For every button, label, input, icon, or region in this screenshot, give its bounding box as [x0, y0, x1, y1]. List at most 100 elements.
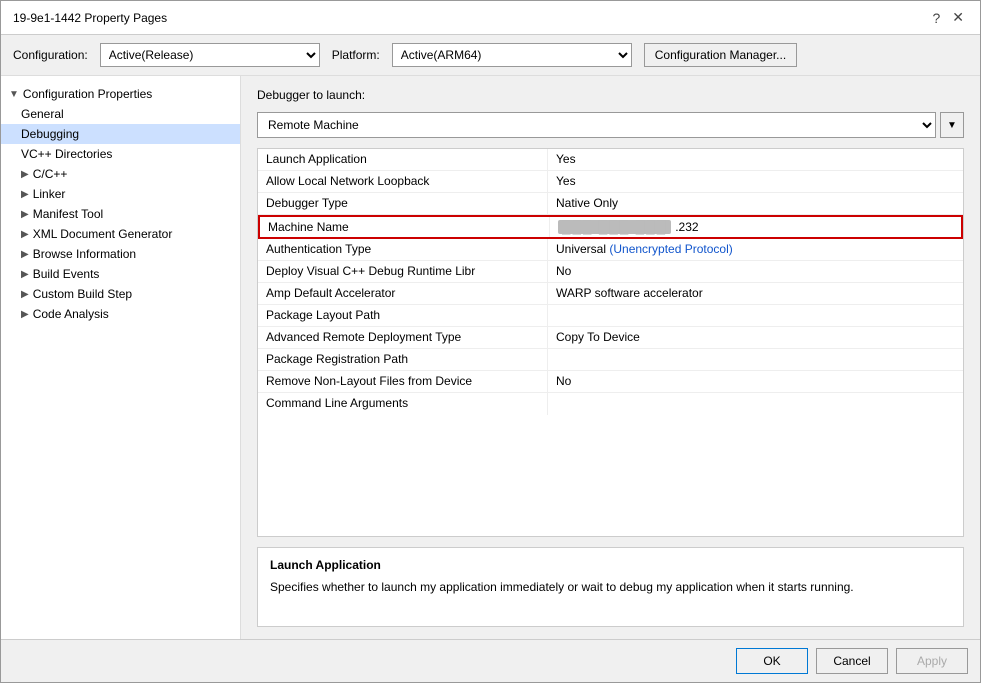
configuration-manager-button[interactable]: Configuration Manager... [644, 43, 797, 67]
sidebar-item-label: Linker [33, 187, 66, 201]
table-row[interactable]: Amp Default Accelerator WARP software ac… [258, 283, 963, 305]
apply-button[interactable]: Apply [896, 648, 968, 674]
property-name: Authentication Type [258, 239, 548, 260]
property-name: Advanced Remote Deployment Type [258, 327, 548, 348]
sidebar-item-linker[interactable]: ▶ Linker [1, 184, 240, 204]
property-name: Remove Non-Layout Files from Device [258, 371, 548, 392]
main-content: ▼ Configuration Properties General Debug… [1, 76, 980, 639]
debugger-label: Debugger to launch: [257, 88, 964, 102]
sidebar-item-vc-dirs[interactable]: VC++ Directories [1, 144, 240, 164]
chevron-down-icon: ▼ [9, 89, 19, 100]
chevron-right-icon: ▶ [21, 189, 29, 200]
property-name: Package Registration Path [258, 349, 548, 370]
property-name: Deploy Visual C++ Debug Runtime Libr [258, 261, 548, 282]
sidebar-item-manifest-tool[interactable]: ▶ Manifest Tool [1, 204, 240, 224]
machine-name-row[interactable]: Machine Name ███.███.███ .232 [258, 215, 963, 239]
table-row[interactable]: Remove Non-Layout Files from Device No [258, 371, 963, 393]
content-area: Debugger to launch: Remote Machine ▼ Lau… [241, 76, 980, 639]
close-button[interactable]: ✕ [948, 9, 968, 26]
chevron-right-icon: ▶ [21, 169, 29, 180]
description-title: Launch Application [270, 558, 951, 572]
property-name: Amp Default Accelerator [258, 283, 548, 304]
blurred-ip: ███.███.███ [558, 220, 671, 234]
platform-label: Platform: [332, 48, 380, 62]
sidebar-item-label: Configuration Properties [23, 87, 152, 101]
sidebar: ▼ Configuration Properties General Debug… [1, 76, 241, 639]
sidebar-item-build-events[interactable]: ▶ Build Events [1, 264, 240, 284]
property-value [548, 305, 963, 326]
debugger-dropdown-button[interactable]: ▼ [940, 112, 964, 138]
sidebar-item-debugging[interactable]: Debugging [1, 124, 240, 144]
table-row[interactable]: Authentication Type Universal (Unencrypt… [258, 239, 963, 261]
sidebar-item-label: VC++ Directories [21, 147, 112, 161]
help-button[interactable]: ? [928, 9, 944, 26]
sidebar-item-general[interactable]: General [1, 104, 240, 124]
property-pages-dialog: 19-9e1-1442 Property Pages ? ✕ Configura… [0, 0, 981, 683]
sidebar-item-browse-info[interactable]: ▶ Browse Information [1, 244, 240, 264]
property-name: Allow Local Network Loopback [258, 171, 548, 192]
sidebar-item-config-props[interactable]: ▼ Configuration Properties [1, 84, 240, 104]
property-name: Launch Application [258, 149, 548, 170]
platform-select[interactable]: Active(ARM64) [392, 43, 632, 67]
chevron-right-icon: ▶ [21, 309, 29, 320]
property-value: ███.███.███ .232 [550, 217, 961, 237]
cancel-button[interactable]: Cancel [816, 648, 888, 674]
chevron-right-icon: ▶ [21, 209, 29, 220]
sidebar-item-label: Manifest Tool [33, 207, 103, 221]
property-value: No [548, 371, 963, 392]
property-value: Copy To Device [548, 327, 963, 348]
chevron-right-icon: ▶ [21, 269, 29, 280]
sidebar-item-label: Build Events [33, 267, 100, 281]
sidebar-item-label: XML Document Generator [33, 227, 173, 241]
ok-button[interactable]: OK [736, 648, 808, 674]
sidebar-item-label: General [21, 107, 64, 121]
table-row[interactable]: Package Registration Path [258, 349, 963, 371]
title-bar-buttons: ? ✕ [928, 9, 968, 26]
property-name: Package Layout Path [258, 305, 548, 326]
table-row[interactable]: Debugger Type Native Only [258, 193, 963, 215]
property-value: Yes [548, 149, 963, 170]
config-row: Configuration: Active(Release) Platform:… [1, 35, 980, 76]
table-row[interactable]: Launch Application Yes [258, 149, 963, 171]
table-row[interactable]: Deploy Visual C++ Debug Runtime Libr No [258, 261, 963, 283]
sidebar-item-label: Custom Build Step [33, 287, 132, 301]
description-box: Launch Application Specifies whether to … [257, 547, 964, 627]
sidebar-item-label: C/C++ [33, 167, 68, 181]
debugger-type-select[interactable]: Remote Machine [257, 112, 936, 138]
chevron-down-icon: ▼ [947, 120, 957, 131]
table-row[interactable]: Command Line Arguments [258, 393, 963, 415]
properties-table: Launch Application Yes Allow Local Netwo… [257, 148, 964, 537]
sidebar-item-custom-build[interactable]: ▶ Custom Build Step [1, 284, 240, 304]
title-bar: 19-9e1-1442 Property Pages ? ✕ [1, 1, 980, 35]
table-row[interactable]: Advanced Remote Deployment Type Copy To … [258, 327, 963, 349]
sidebar-item-label: Browse Information [33, 247, 136, 261]
property-value [548, 393, 963, 415]
debugger-select-row: Remote Machine ▼ [257, 112, 964, 138]
property-name: Debugger Type [258, 193, 548, 214]
chevron-right-icon: ▶ [21, 229, 29, 240]
sidebar-item-code-analysis[interactable]: ▶ Code Analysis [1, 304, 240, 324]
sidebar-item-xml-doc-gen[interactable]: ▶ XML Document Generator [1, 224, 240, 244]
property-value: Yes [548, 171, 963, 192]
dialog-title: 19-9e1-1442 Property Pages [13, 11, 167, 25]
property-value: Native Only [548, 193, 963, 214]
chevron-right-icon: ▶ [21, 249, 29, 260]
property-name: Command Line Arguments [258, 393, 548, 415]
table-row[interactable]: Allow Local Network Loopback Yes [258, 171, 963, 193]
sidebar-item-cpp[interactable]: ▶ C/C++ [1, 164, 240, 184]
property-value: No [548, 261, 963, 282]
unencrypted-link: (Unencrypted Protocol) [609, 242, 732, 256]
property-name: Machine Name [260, 217, 550, 237]
property-value [548, 349, 963, 370]
property-value: WARP software accelerator [548, 283, 963, 304]
table-row[interactable]: Package Layout Path [258, 305, 963, 327]
sidebar-item-label: Debugging [21, 127, 79, 141]
property-value: Universal (Unencrypted Protocol) [548, 239, 963, 260]
chevron-right-icon: ▶ [21, 289, 29, 300]
configuration-select[interactable]: Active(Release) [100, 43, 320, 67]
bottom-bar: OK Cancel Apply [1, 639, 980, 682]
sidebar-item-label: Code Analysis [33, 307, 109, 321]
configuration-label: Configuration: [13, 48, 88, 62]
ip-suffix: .232 [675, 220, 698, 234]
description-text: Specifies whether to launch my applicati… [270, 578, 951, 596]
